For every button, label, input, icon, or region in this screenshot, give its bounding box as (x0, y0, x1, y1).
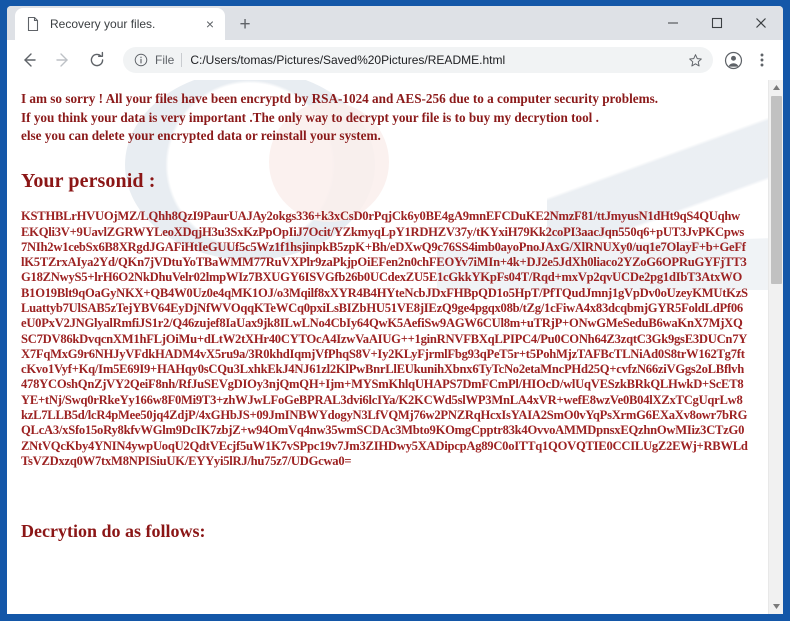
scrollbar-thumb[interactable] (771, 96, 782, 284)
note-content: I am so sorry ! All your files have been… (7, 80, 768, 542)
maximize-button[interactable] (695, 7, 739, 39)
intro-line-2: If you think your data is very important… (21, 109, 599, 125)
intro-paragraph: I am so sorry ! All your files have been… (21, 90, 754, 146)
reload-button[interactable] (83, 46, 111, 74)
tab-title: Recovery your files. (50, 17, 156, 31)
back-button[interactable] (15, 46, 43, 74)
browser-window: Recovery your files. × + File C:/Users/t… (7, 6, 783, 614)
document-icon (25, 16, 41, 32)
browser-toolbar: File C:/Users/tomas/Pictures/Saved%20Pic… (7, 40, 783, 80)
window-controls (651, 6, 783, 40)
os-window: Recovery your files. × + File C:/Users/t… (0, 0, 790, 621)
personid-key-text: KSTHBLrHVUOjMZ/LQhh8QzI9PaurUAJAy2okgs33… (21, 209, 748, 468)
intro-line-1: I am so sorry ! All your files have been… (21, 91, 659, 106)
new-tab-button[interactable]: + (231, 10, 259, 38)
intro-line-3: else you can delete your encrypted data … (21, 128, 381, 144)
close-button[interactable] (739, 7, 783, 39)
tab-strip: Recovery your files. × + (7, 6, 783, 40)
scroll-up-icon[interactable] (769, 80, 783, 95)
url-text[interactable]: C:/Users/tomas/Pictures/Saved%20Pictures… (190, 53, 682, 67)
bookmark-star-icon[interactable] (688, 53, 703, 68)
profile-avatar-icon[interactable] (720, 47, 746, 73)
decryption-heading: Decrytion do as follows: (21, 521, 206, 542)
scroll-down-icon[interactable] (769, 599, 783, 614)
info-circle-icon[interactable] (133, 52, 149, 68)
browser-tab[interactable]: Recovery your files. × (15, 8, 225, 40)
page-viewport: I am so sorry ! All your files have been… (7, 80, 783, 614)
page-scrollbar[interactable] (768, 80, 783, 614)
url-scheme-label: File (155, 53, 183, 67)
forward-button[interactable] (49, 46, 77, 74)
toolbar-right-actions (717, 47, 775, 73)
tab-close-icon[interactable]: × (201, 15, 219, 33)
address-bar[interactable]: File C:/Users/tomas/Pictures/Saved%20Pic… (123, 47, 713, 73)
browser-menu-icon[interactable] (749, 47, 775, 73)
personid-heading: Your personid : (21, 170, 156, 193)
ransom-note-page: I am so sorry ! All your files have been… (7, 80, 768, 614)
minimize-button[interactable] (651, 7, 695, 39)
